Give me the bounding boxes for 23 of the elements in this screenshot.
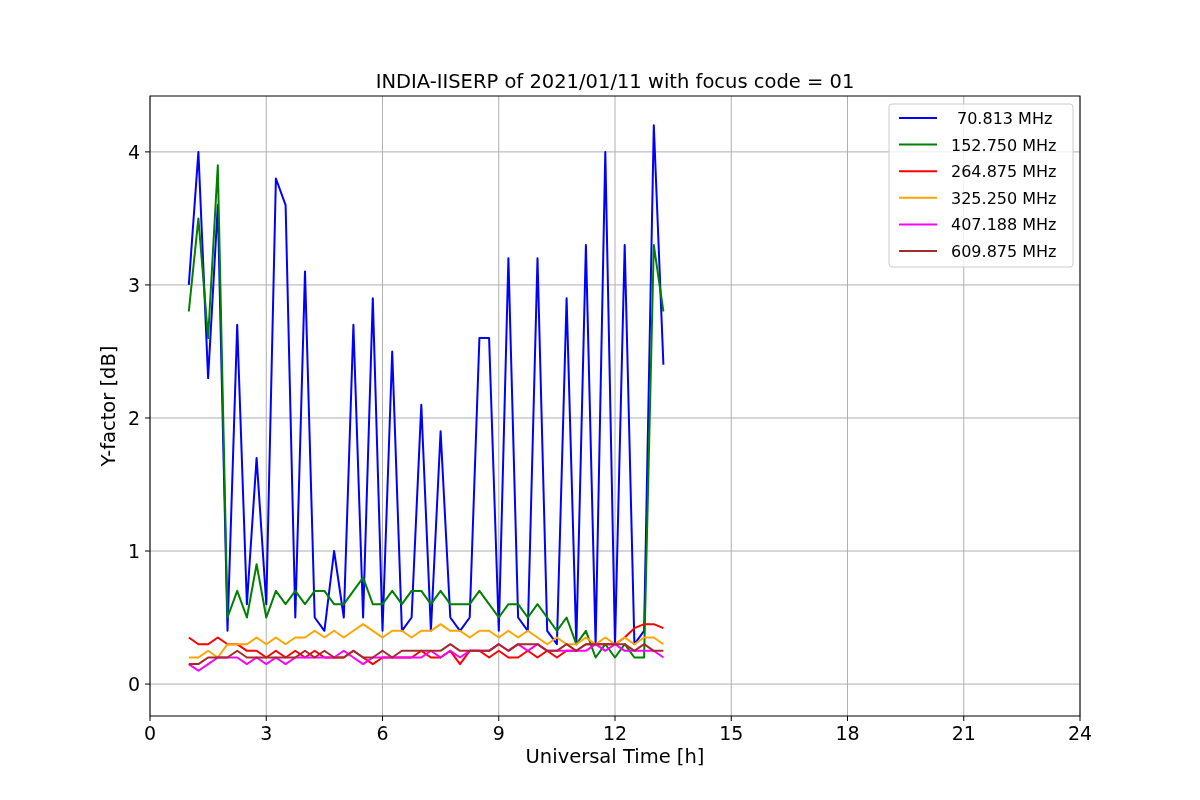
tick-label: 9 — [492, 722, 505, 744]
chart-title: INDIA-IISERP of 2021/01/11 with focus code = 01 — [375, 70, 855, 93]
x-axis-label: Universal Time [h] — [525, 745, 705, 768]
tick-label: 12 — [602, 722, 628, 744]
legend-label: 407.188 MHz — [951, 215, 1057, 235]
tick-label: 3 — [260, 722, 273, 744]
tick-label: 2 — [127, 406, 140, 429]
tick-label: 1 — [127, 540, 140, 562]
tick-label: 21 — [951, 722, 976, 744]
tick-label: 18 — [835, 722, 860, 744]
y-axis-label: Y-factor [dB] — [97, 345, 120, 467]
tick-label: 0 — [127, 673, 140, 696]
legend-label: 609.875 MHz — [951, 242, 1057, 261]
tick-label: 24 — [1067, 722, 1093, 744]
tick-label: 3 — [127, 273, 140, 296]
tick-label: 6 — [376, 722, 389, 744]
legend-label: 152.750 MHz — [951, 135, 1057, 155]
legend-label: 325.250 MHz — [951, 188, 1057, 208]
tick-label: 4 — [127, 140, 140, 163]
legend-label: 264.875 MHz — [951, 162, 1057, 182]
tick-label: 15 — [719, 722, 744, 744]
tick-label: 0 — [143, 722, 157, 744]
legend-label: 70.813 MHz — [957, 109, 1053, 128]
